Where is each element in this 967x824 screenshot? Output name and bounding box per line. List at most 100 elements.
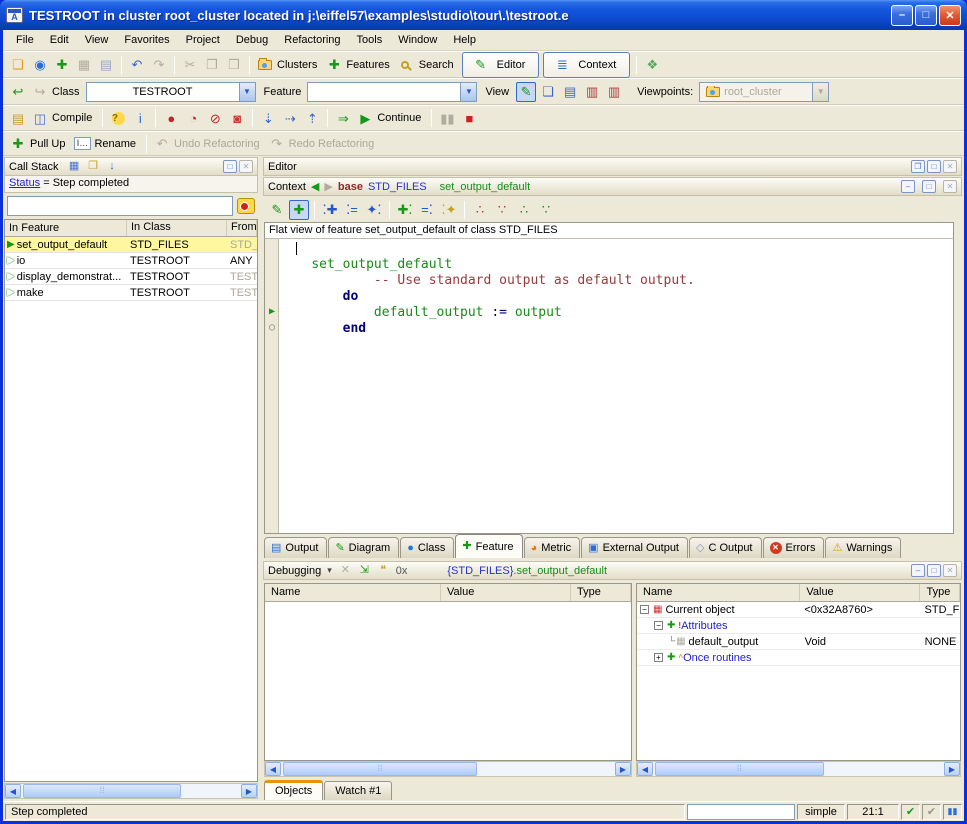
- scroll-left-icon[interactable]: ◀: [637, 762, 653, 776]
- watch-table-hscrollbar[interactable]: ◀ ▶: [264, 761, 632, 777]
- column-header-type[interactable]: Type: [571, 584, 631, 601]
- menu-edit[interactable]: Edit: [42, 32, 77, 48]
- clusters-label[interactable]: Clusters: [277, 59, 317, 71]
- interface-view-icon[interactable]: ✦⁚: [364, 200, 384, 220]
- open-icon[interactable]: ◉: [30, 55, 50, 75]
- external-editor-icon[interactable]: ❖: [642, 55, 662, 75]
- maximize-panel-icon[interactable]: □: [927, 564, 941, 577]
- breadcrumb-feature[interactable]: set_output_default: [440, 181, 531, 193]
- pull-up-label[interactable]: Pull Up: [30, 138, 65, 150]
- project-settings-icon[interactable]: ▤: [8, 108, 28, 128]
- tab-objects[interactable]: Objects: [264, 780, 323, 800]
- chevron-down-icon[interactable]: ▼: [460, 83, 476, 101]
- maximize-panel-icon[interactable]: □: [927, 160, 941, 173]
- breakpoint-slot-icon[interactable]: ○: [266, 321, 278, 335]
- features-label[interactable]: Features: [346, 59, 389, 71]
- close-panel-icon[interactable]: ✕: [943, 180, 957, 193]
- tab-errors[interactable]: ✕Errors: [763, 537, 825, 558]
- save-call-stack-icon[interactable]: ▦: [66, 158, 83, 175]
- code-line[interactable]: set_output_default: [280, 257, 953, 273]
- breakpoint-enable-icon[interactable]: ●: [161, 108, 181, 128]
- flat-contract-view-icon[interactable]: =⁚: [417, 200, 437, 220]
- copy-call-stack-icon[interactable]: ❐: [85, 158, 102, 175]
- step-into-icon[interactable]: ⇣: [258, 108, 278, 128]
- ancestors-icon[interactable]: ∴: [470, 200, 490, 220]
- code-line[interactable]: -- Use standard output as default output…: [280, 273, 953, 289]
- step-out-icon[interactable]: ⇡: [302, 108, 322, 128]
- deep-view-icon[interactable]: ▥: [582, 82, 602, 102]
- breakpoint-disable-icon[interactable]: ◔: [183, 108, 203, 128]
- editor-view-icon[interactable]: ✎: [516, 82, 536, 102]
- code-editor[interactable]: ▶○ set_output_default -- Use standard ou…: [264, 239, 954, 534]
- close-button[interactable]: ✕: [939, 5, 961, 26]
- compile-icon[interactable]: ◫: [30, 108, 50, 128]
- maximize-panel-icon[interactable]: □: [223, 160, 237, 173]
- breadcrumb-base[interactable]: base: [338, 181, 363, 193]
- flat-clickable-view-icon[interactable]: ✚⁚: [395, 200, 415, 220]
- object-tree-row[interactable]: +✚^Once routines: [637, 650, 960, 666]
- step-over-icon[interactable]: ⇢: [280, 108, 300, 128]
- tab-output[interactable]: ▤Output: [264, 537, 327, 558]
- hex-format-label[interactable]: 0x: [396, 565, 408, 577]
- tab-warnings[interactable]: ⚠Warnings: [825, 537, 901, 558]
- clickable-view-icon[interactable]: ❏: [538, 82, 558, 102]
- column-header-in-feature[interactable]: In Feature: [5, 220, 127, 236]
- search-icon[interactable]: [397, 55, 417, 75]
- feature-combo[interactable]: ▼: [307, 82, 477, 102]
- context-label[interactable]: Context: [578, 59, 616, 71]
- column-header-type[interactable]: Type: [920, 584, 960, 601]
- call-stack-row[interactable]: ▶makeTESTROOTTESTROOT: [5, 285, 257, 301]
- tab-metric[interactable]: ◕Metric: [524, 537, 581, 558]
- rename-label[interactable]: Rename: [94, 138, 136, 150]
- breakpoint-window-icon[interactable]: ◙: [227, 108, 247, 128]
- descendants-icon[interactable]: ∵: [492, 200, 512, 220]
- scroll-right-icon[interactable]: ▶: [944, 762, 960, 776]
- menu-favorites[interactable]: Favorites: [116, 32, 177, 48]
- basic-text-view-icon[interactable]: ✎: [267, 200, 287, 220]
- exception-object-icon[interactable]: [237, 198, 255, 214]
- object-tree-row[interactable]: −✚!Attributes: [637, 618, 960, 634]
- menu-debug[interactable]: Debug: [228, 32, 276, 48]
- close-debug-tool-icon[interactable]: ✕: [337, 562, 354, 579]
- tab-c-output[interactable]: ◇C Output: [689, 537, 762, 558]
- column-header-name[interactable]: Name: [637, 584, 800, 601]
- flat-view-icon[interactable]: ✚: [289, 200, 309, 220]
- menu-help[interactable]: Help: [445, 32, 484, 48]
- tab-class[interactable]: ●Class: [400, 537, 454, 558]
- call-stack-row[interactable]: ▶set_output_defaultSTD_FILESSTD_FILES: [5, 237, 257, 253]
- call-stack-row[interactable]: ▶ioTESTROOTANY: [5, 253, 257, 269]
- code-line[interactable]: do: [280, 289, 953, 305]
- editor-icon[interactable]: ✎: [471, 55, 491, 75]
- column-header-value[interactable]: Value: [800, 584, 920, 601]
- run-ignore-breakpoints-icon[interactable]: ⇒: [333, 108, 353, 128]
- collapse-icon[interactable]: −: [654, 621, 663, 630]
- class-combo[interactable]: TESTROOT ▼: [86, 82, 256, 102]
- context-button[interactable]: ≣ Context: [543, 52, 630, 78]
- menu-window[interactable]: Window: [390, 32, 445, 48]
- code-line[interactable]: default_output := output: [280, 305, 953, 321]
- menu-view[interactable]: View: [77, 32, 117, 48]
- info-icon[interactable]: i: [130, 108, 150, 128]
- editor-button[interactable]: ✎Editor: [462, 52, 540, 78]
- scroll-left-icon[interactable]: ◀: [5, 784, 21, 798]
- scroll-right-icon[interactable]: ▶: [241, 784, 257, 798]
- object-tree-row[interactable]: −▦Current object<0x32A8760>STD_FILES: [637, 602, 960, 618]
- breadcrumb-class[interactable]: STD_FILES: [368, 181, 427, 193]
- breakpoint-remove-icon[interactable]: ⊘: [205, 108, 225, 128]
- context-back-icon[interactable]: ◀: [311, 180, 319, 193]
- context-icon[interactable]: ≣: [552, 55, 572, 75]
- close-panel-icon[interactable]: ✕: [239, 160, 253, 173]
- maximize-button[interactable]: □: [915, 5, 937, 26]
- set-stack-depth-icon[interactable]: ↓: [104, 158, 121, 175]
- search-label[interactable]: Search: [419, 59, 454, 71]
- tab-diagram[interactable]: ✎Diagram: [328, 537, 399, 558]
- callees-icon[interactable]: ∵: [536, 200, 556, 220]
- new-document-icon[interactable]: ❏: [8, 55, 28, 75]
- minimize-button[interactable]: –: [891, 5, 913, 26]
- features-icon[interactable]: ✚: [324, 55, 344, 75]
- collapse-icon[interactable]: −: [640, 605, 649, 614]
- expand-icon[interactable]: +: [654, 653, 663, 662]
- history-forward-icon[interactable]: ↪: [30, 82, 50, 102]
- expand-objects-icon[interactable]: ⇲: [356, 562, 373, 579]
- history-back-icon[interactable]: ↩: [8, 82, 28, 102]
